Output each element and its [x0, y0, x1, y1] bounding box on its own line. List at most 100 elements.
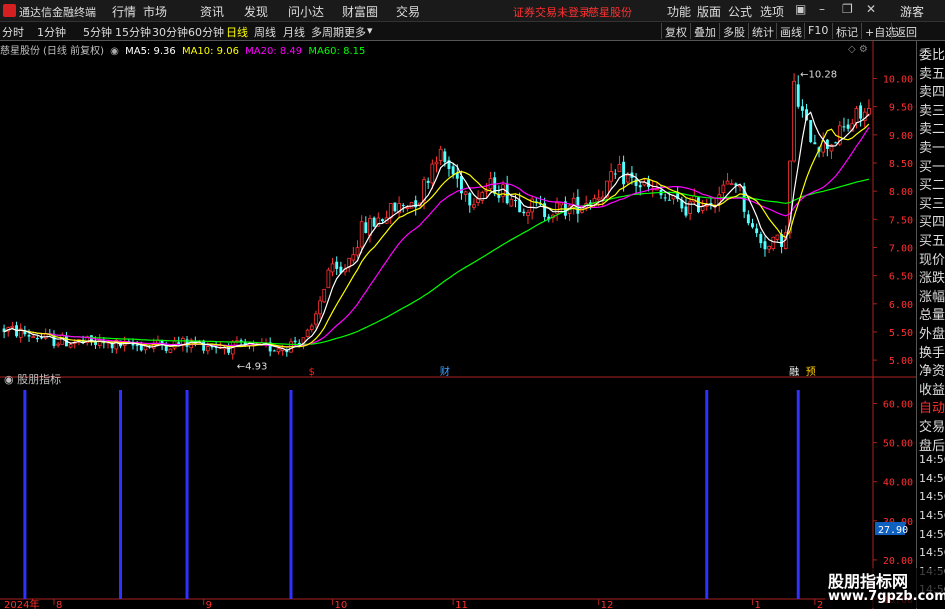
- indicator-current-value: 27.90: [878, 525, 908, 536]
- candle-body: [854, 108, 859, 123]
- skin-icon[interactable]: ▣: [795, 2, 806, 16]
- stock-name: 慈星股份: [0, 46, 40, 57]
- date-label: 10: [335, 600, 348, 609]
- candle-body: [56, 343, 60, 346]
- candle-body: [796, 84, 800, 107]
- candle-body: [177, 342, 181, 345]
- watermark: 股朋指标网 www.7gpzb.com: [825, 568, 945, 608]
- candle-body: [667, 199, 671, 201]
- multi-stock-button[interactable]: 多股: [719, 23, 748, 39]
- indicator-tick-label: 20.00: [883, 556, 913, 567]
- date-label: 2: [817, 600, 823, 609]
- side-panel-item: 14:56: [919, 453, 945, 467]
- tab-intraday[interactable]: 分时: [2, 24, 24, 40]
- adjust-button[interactable]: 复权: [661, 23, 690, 39]
- menu-item-news[interactable]: 资讯: [200, 3, 224, 20]
- indicator-tick-label: 50.00: [883, 439, 913, 450]
- menu-item-function[interactable]: 功能: [667, 3, 691, 20]
- tab-weekly[interactable]: 周线: [254, 24, 276, 40]
- menu-item-layout[interactable]: 版面: [697, 3, 721, 20]
- candle-body: [559, 202, 564, 206]
- side-panel-item: 卖五: [919, 66, 945, 82]
- candle-body: [326, 269, 331, 289]
- menu-item-market[interactable]: 行情: [112, 3, 136, 20]
- tab-60min[interactable]: 60分钟: [188, 24, 224, 40]
- price-tick-label: 10.00: [883, 75, 913, 86]
- date-label: 8: [56, 600, 62, 609]
- candle-body: [276, 348, 281, 353]
- tab-monthly[interactable]: 月线: [283, 24, 305, 40]
- candle-body: [622, 161, 626, 185]
- ma10-label: MA10: 9.06: [181, 46, 239, 57]
- candle-body: [800, 106, 804, 111]
- candle-body: [330, 263, 335, 273]
- candle-body: [388, 203, 393, 219]
- period-toolbar: 分时 1分钟 5分钟 15分钟 30分钟 60分钟 日线 周线 月线 多周期 更…: [0, 22, 945, 41]
- date-label: 11: [455, 600, 468, 609]
- tab-1min[interactable]: 1分钟: [37, 24, 66, 40]
- close-icon[interactable]: ✕: [866, 2, 876, 16]
- minimize-icon[interactable]: –: [819, 2, 825, 16]
- price-tick-label: 7.50: [889, 215, 913, 226]
- tab-more[interactable]: 更多: [344, 24, 366, 40]
- f10-button[interactable]: F10: [804, 23, 831, 39]
- candle-body: [202, 340, 206, 351]
- restore-icon[interactable]: ❐: [842, 2, 853, 16]
- ma20-label: MA20: 8.49: [245, 46, 303, 57]
- side-panel-item: 涨跌: [919, 271, 945, 287]
- candle-body: [409, 202, 414, 209]
- side-panel-item: 外盘: [919, 327, 945, 342]
- menu-item-options[interactable]: 选项: [760, 3, 784, 20]
- back-button[interactable]: 返回: [891, 23, 920, 39]
- candle-body: [859, 105, 863, 119]
- kline-chart[interactable]: 10.00 9.50 9.00 8.50 8.00 7.50 7.00 6.50 6.00 5.5…: [0, 41, 916, 609]
- candle-body: [443, 151, 447, 163]
- draw-line-button[interactable]: 画线: [776, 23, 805, 39]
- candle-body: [430, 163, 435, 184]
- candle-body: [759, 234, 763, 244]
- side-panel-item: 14:56: [919, 546, 945, 560]
- side-panel-item: 现价: [919, 252, 945, 268]
- tab-30min[interactable]: 30分钟: [152, 24, 188, 40]
- trade-login-status[interactable]: 证券交易未登录: [513, 4, 590, 20]
- app-logo-icon: [3, 4, 16, 17]
- date-label: 12: [601, 600, 614, 609]
- date-label: 9: [206, 600, 212, 609]
- side-panel-item: 14:56: [919, 471, 945, 485]
- tab-daily[interactable]: 日线: [226, 24, 248, 40]
- price-tick-label: 8.50: [889, 159, 913, 170]
- candle-body: [514, 199, 517, 201]
- menu-item-wealth[interactable]: 财富圈: [342, 3, 378, 20]
- menu-item-formula[interactable]: 公式: [728, 3, 752, 20]
- tab-multi-period[interactable]: 多周期: [311, 24, 344, 40]
- ma60-line: [3, 178, 870, 346]
- candle-body: [505, 184, 509, 204]
- overlay-button[interactable]: 叠加: [690, 23, 719, 39]
- candle-body: [168, 348, 173, 353]
- statistics-button[interactable]: 统计: [748, 23, 777, 39]
- price-tick-label: 7.00: [889, 243, 913, 254]
- mark-button[interactable]: 标记: [832, 23, 861, 39]
- watermark-url: www.7gpzb.com: [828, 589, 945, 604]
- candle-body: [438, 148, 443, 161]
- candle-body: [139, 345, 143, 351]
- candle-body: [813, 142, 817, 145]
- menu-item-discover[interactable]: 发现: [244, 3, 268, 20]
- candle-body: [721, 184, 726, 194]
- ma5-label: MA5: 9.36: [125, 46, 176, 57]
- guest-user[interactable]: 游客: [900, 3, 924, 20]
- menu-item-trade[interactable]: 交易: [396, 3, 420, 20]
- current-stock-link[interactable]: 慈星股份: [588, 4, 632, 20]
- candle-body: [434, 161, 439, 165]
- tab-15min[interactable]: 15分钟: [115, 24, 151, 40]
- candle-body: [205, 346, 210, 352]
- menu-item-exchange[interactable]: 市场: [143, 3, 167, 20]
- menu-item-ask[interactable]: 问小达: [288, 3, 324, 20]
- side-panel-item: 委比: [919, 48, 945, 63]
- more-chevron-icon[interactable]: ▾: [367, 24, 373, 37]
- tab-5min[interactable]: 5分钟: [83, 24, 112, 40]
- ma-settings-icon[interactable]: ◉: [110, 46, 119, 57]
- candle-body: [355, 247, 360, 256]
- menu-bar: 通达信金融终端 行情 市场 资讯 发现 问小达 财富圈 交易 证券交易未登录 慈…: [0, 0, 945, 22]
- price-tick-label: 5.50: [889, 328, 913, 339]
